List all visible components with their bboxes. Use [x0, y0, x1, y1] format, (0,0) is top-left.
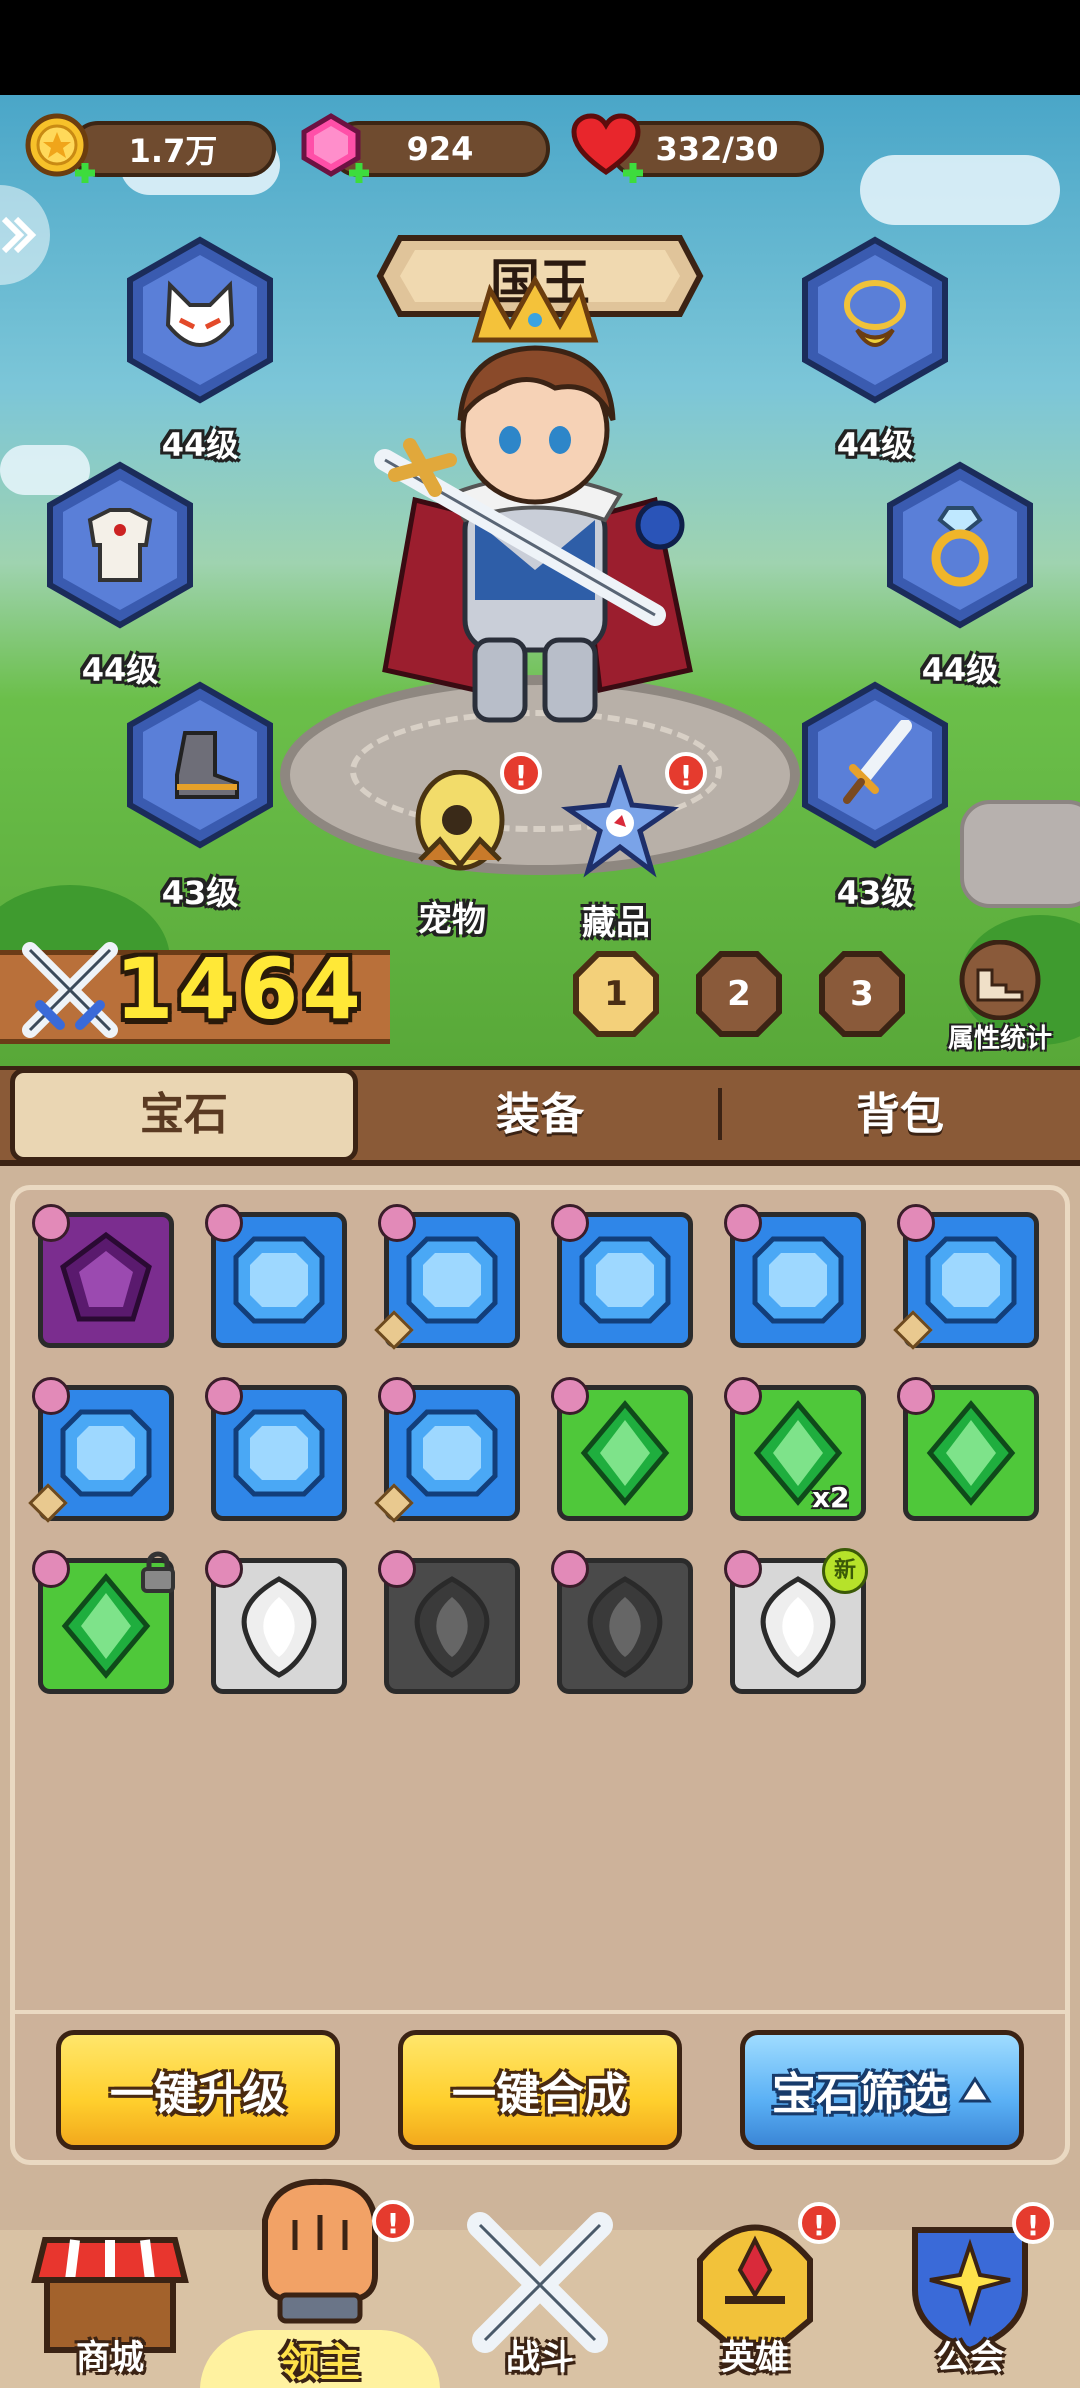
attribute-stats-label: 属性统计 — [947, 1024, 1052, 1054]
collection-button[interactable] — [560, 761, 680, 895]
skull-badge-icon — [551, 1377, 589, 1415]
gem-filter-button[interactable]: 宝石筛选 — [740, 2030, 1024, 2150]
loadout-page-2-label: 2 — [727, 974, 751, 1014]
boot-icon — [175, 731, 239, 799]
skull-badge-icon — [32, 1377, 70, 1415]
combat-power-value: 1464 — [115, 940, 365, 1038]
gem-value: 924 — [406, 130, 474, 168]
equip-level-boots: 43级 — [161, 874, 239, 912]
nav-lord[interactable]: 领主 — [235, 2160, 405, 2386]
loadout-page-1-button[interactable]: 1 — [572, 950, 660, 1038]
skull-badge-icon — [32, 1550, 70, 1588]
skull-badge-icon — [205, 1204, 243, 1242]
gold-counter: 1.7万 — [70, 121, 276, 177]
skull-badge-icon — [378, 1204, 416, 1242]
nav-shop-label: 商城 — [76, 2338, 144, 2378]
pet-label: 宠物 — [418, 900, 486, 940]
collection-alert-badge: ! — [665, 752, 707, 794]
equip-slot-sword[interactable] — [790, 680, 960, 850]
tab-backpack[interactable]: 背包 — [720, 1068, 1080, 1162]
skull-badge-icon — [897, 1204, 935, 1242]
gem-filter-label: 宝石筛选 — [772, 2069, 948, 2120]
fox-mask-icon — [165, 280, 235, 347]
skull-badge-icon — [724, 1377, 762, 1415]
nav-lord-alert-badge: ! — [372, 2200, 414, 2242]
tab-gems[interactable]: 宝石 — [10, 1068, 358, 1162]
gem-quantity: x2 — [812, 1481, 850, 1514]
tab-equipment[interactable]: 装备 — [360, 1068, 720, 1162]
king-hero-sprite[interactable] — [355, 270, 715, 750]
chest-armor-icon — [87, 508, 153, 582]
loadout-page-1-label: 1 — [604, 974, 628, 1014]
gold-value: 1.7万 — [128, 132, 218, 170]
skull-badge-icon — [551, 1550, 589, 1588]
loadout-page-3-button[interactable]: 3 — [818, 950, 906, 1038]
loadout-page-2-button[interactable]: 2 — [695, 950, 783, 1038]
triangle-up-icon — [958, 2076, 992, 2103]
skull-badge-icon — [551, 1204, 589, 1242]
equip-slot-boots[interactable] — [115, 680, 285, 850]
equip-slot-ring[interactable] — [875, 460, 1045, 630]
skull-badge-icon — [32, 1204, 70, 1242]
loadout-page-3-label: 3 — [850, 974, 874, 1014]
bar-steps-icon — [959, 939, 1041, 1021]
sword-icon — [843, 720, 912, 804]
nav-guild-alert-badge: ! — [1012, 2202, 1054, 2244]
nav-battle-label: 战斗 — [506, 2338, 574, 2378]
pet-alert-badge: ! — [500, 752, 542, 794]
collection-label: 藏品 — [582, 903, 650, 943]
cloud — [860, 155, 1060, 225]
lock-icon — [141, 1551, 175, 1593]
fist-icon — [262, 2178, 378, 2324]
ring-icon — [931, 506, 989, 587]
equip-slot-armor[interactable] — [35, 460, 205, 630]
nav-heroes-alert-badge: ! — [798, 2202, 840, 2244]
side-menu-toggle[interactable] — [0, 185, 50, 285]
add-stamina-button[interactable] — [620, 160, 646, 186]
merge-all-label: 一键合成 — [452, 2069, 628, 2120]
nav-lord-label: 领主 — [280, 2340, 360, 2386]
skull-badge-icon — [897, 1377, 935, 1415]
upgrade-all-button[interactable]: 一键升级 — [56, 2030, 340, 2150]
necklace-icon — [844, 280, 906, 347]
add-gems-button[interactable] — [346, 160, 372, 186]
skull-badge-icon — [378, 1377, 416, 1415]
nav-heroes-label: 英雄 — [721, 2338, 789, 2378]
equip-slot-necklace[interactable] — [790, 235, 960, 405]
attribute-stats-button[interactable] — [950, 939, 1050, 1021]
skull-badge-icon — [724, 1204, 762, 1242]
upgrade-all-label: 一键升级 — [110, 2069, 286, 2120]
crossed-swords-icon — [22, 942, 118, 1038]
egg-icon — [415, 769, 505, 871]
nav-battle[interactable]: 战斗 — [455, 2190, 625, 2388]
new-badge: 新 — [822, 1548, 868, 1594]
nav-shop[interactable]: 商城 — [25, 2190, 195, 2388]
equip-slot-mask[interactable] — [115, 235, 285, 405]
rock — [960, 800, 1080, 908]
skull-badge-icon — [378, 1550, 416, 1588]
double-chevron-right-icon — [1, 216, 37, 254]
equip-level-sword: 43级 — [836, 874, 914, 912]
merge-all-button[interactable]: 一键合成 — [398, 2030, 682, 2150]
status-bar-area — [0, 0, 1080, 95]
star-emblem-icon — [560, 761, 680, 878]
add-gold-button[interactable] — [72, 160, 98, 186]
skull-badge-icon — [205, 1377, 243, 1415]
game-screen: 1.7万 924 332/30 国王 44级 44级 43级 44级 44级 4… — [0, 0, 1080, 2388]
skull-badge-icon — [724, 1550, 762, 1588]
nav-guild-label: 公会 — [936, 2338, 1004, 2378]
stamina-value: 332/30 — [655, 130, 779, 168]
panel-divider — [10, 2010, 1070, 2014]
skull-badge-icon — [205, 1550, 243, 1588]
pet-button[interactable] — [405, 769, 515, 900]
